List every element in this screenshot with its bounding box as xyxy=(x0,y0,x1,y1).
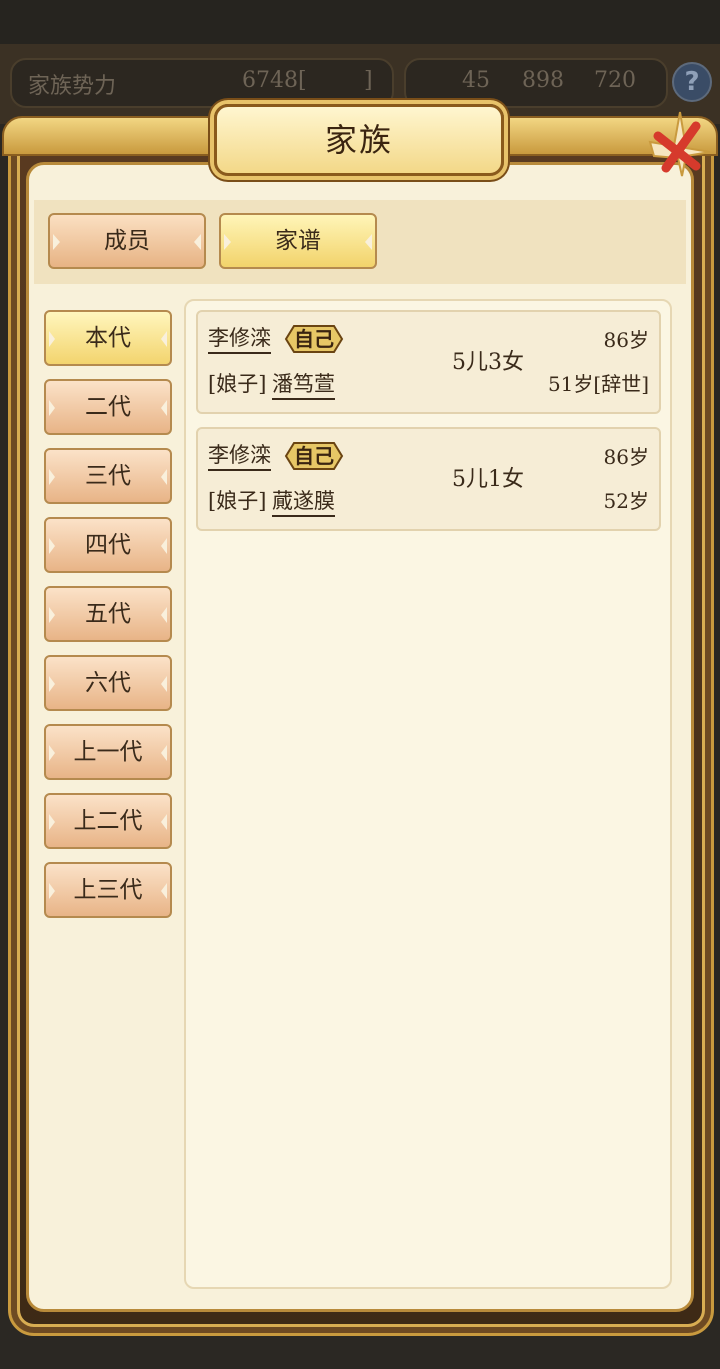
generation-tab-label: 五代 xyxy=(85,601,131,627)
generation-tab-label: 四代 xyxy=(85,532,131,558)
tab-notch-left xyxy=(49,676,55,692)
tab-notch-right xyxy=(161,331,167,347)
tab-genealogy[interactable]: 家谱 xyxy=(219,213,377,269)
family-power-label: 家族势力 xyxy=(28,74,117,99)
family-power-suffix: ] xyxy=(364,68,373,93)
member-name-link[interactable]: 李修滦 xyxy=(208,441,271,471)
close-button[interactable] xyxy=(640,106,714,180)
tab-members-label: 成员 xyxy=(104,228,150,254)
tab-notch-left xyxy=(49,814,55,830)
spouse-name-link[interactable]: 蕆遂膜 xyxy=(272,487,335,517)
tab-genealogy-label: 家谱 xyxy=(275,228,321,254)
tab-notch-right xyxy=(161,400,167,416)
tab-notch-left xyxy=(49,469,55,485)
children-count: 5儿1女 xyxy=(452,467,524,492)
spouse-age: 52岁 xyxy=(603,489,649,513)
tab-notch-left xyxy=(53,234,60,250)
tab-notch-left xyxy=(49,331,55,347)
dialog-title-plaque: 家族 xyxy=(214,104,504,176)
spouse-prefix: [娘子] xyxy=(208,489,267,513)
tab-notch-left xyxy=(49,883,55,899)
close-cross-icon xyxy=(648,111,711,177)
resource-2-value: 898 xyxy=(522,68,564,93)
spouse-prefix: [娘子] xyxy=(208,372,267,396)
self-badge: 自己 xyxy=(284,324,344,354)
generation-tab-label: 上一代 xyxy=(73,739,143,765)
member-name-link[interactable]: 李修滦 xyxy=(208,324,271,354)
member-age: 86岁 xyxy=(603,328,649,352)
tab-members[interactable]: 成员 xyxy=(48,213,206,269)
generation-tab-previous-3[interactable]: 上三代 xyxy=(44,862,172,918)
generation-tab-6[interactable]: 六代 xyxy=(44,655,172,711)
generation-tab-label: 本代 xyxy=(85,325,131,351)
generation-tab-5[interactable]: 五代 xyxy=(44,586,172,642)
generation-tab-current[interactable]: 本代 xyxy=(44,310,172,366)
self-badge: 自己 xyxy=(284,441,344,471)
spouse-name-link[interactable]: 潘笃萱 xyxy=(272,370,335,400)
tab-notch-right xyxy=(161,745,167,761)
tab-notch-right xyxy=(365,234,372,250)
tab-notch-right xyxy=(161,676,167,692)
help-button: ? xyxy=(672,62,712,102)
self-badge-label: 自己 xyxy=(294,444,334,468)
children-count: 5儿3女 xyxy=(452,350,524,375)
generation-tab-label: 上三代 xyxy=(73,877,143,903)
tab-notch-left xyxy=(49,400,55,416)
generation-tab-label: 二代 xyxy=(85,394,131,420)
generation-tab-previous-1[interactable]: 上一代 xyxy=(44,724,172,780)
generation-tab-4[interactable]: 四代 xyxy=(44,517,172,573)
member-age: 86岁 xyxy=(603,445,649,469)
couple-card: 李修滦 自己 [娘子] 蕆遂膜 5儿1女 86岁 52岁 xyxy=(196,427,661,531)
tab-notch-left xyxy=(49,607,55,623)
generation-tab-3[interactable]: 三代 xyxy=(44,448,172,504)
generation-tab-label: 三代 xyxy=(85,463,131,489)
tab-notch-right xyxy=(194,234,201,250)
tab-notch-right xyxy=(161,469,167,485)
background-top-bar xyxy=(0,0,720,44)
tab-notch-left xyxy=(49,538,55,554)
generation-tab-label: 上二代 xyxy=(73,808,143,834)
family-power-value: 6748[ xyxy=(242,68,307,93)
resource-1-value: 45 xyxy=(462,68,490,93)
tab-notch-right xyxy=(161,883,167,899)
generation-tab-previous-2[interactable]: 上二代 xyxy=(44,793,172,849)
generation-tab-2[interactable]: 二代 xyxy=(44,379,172,435)
tab-notch-right xyxy=(161,538,167,554)
resource-3-value: 720 xyxy=(594,68,636,93)
tab-notch-left xyxy=(49,745,55,761)
self-badge-label: 自己 xyxy=(294,327,334,351)
dialog-title: 家族 xyxy=(324,121,393,159)
generation-tab-label: 六代 xyxy=(85,670,131,696)
couple-card: 李修滦 自己 [娘子] 潘笃萱 5儿3女 86岁 51岁[辞世] xyxy=(196,310,661,414)
tab-notch-left xyxy=(224,234,231,250)
tab-notch-right xyxy=(161,607,167,623)
spouse-age: 51岁[辞世] xyxy=(547,372,649,396)
tab-notch-right xyxy=(161,814,167,830)
frame-wing-left xyxy=(2,116,242,156)
